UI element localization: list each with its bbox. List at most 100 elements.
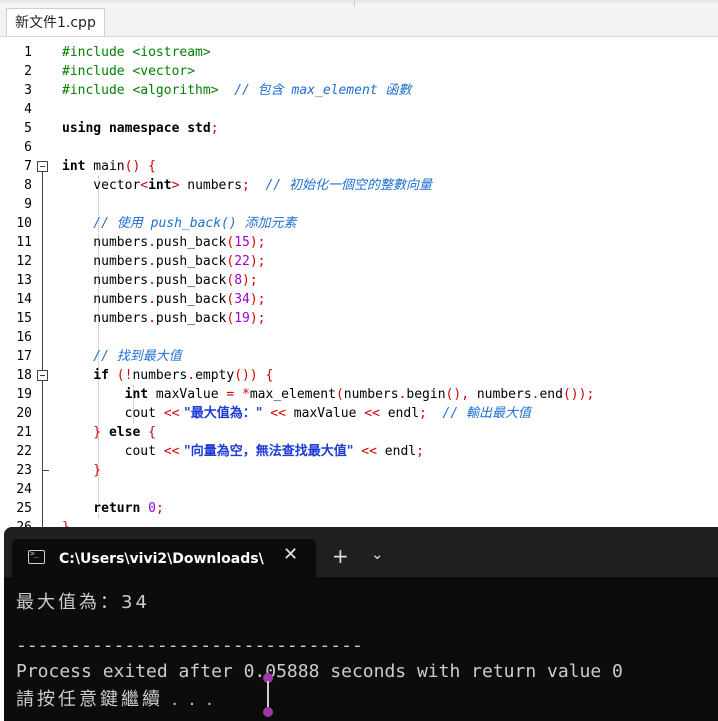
code-punctuation: ); [249,254,266,269]
code-punctuation: ()) { [234,368,274,383]
code-punctuation: . [148,254,156,269]
code-comment: // 初始化一個空的整數向量 [249,178,433,193]
identifier: numbers [343,387,399,402]
line-number: 12 [16,254,32,269]
process-exit-line: Process exited after 0.05888 seconds wit… [16,661,623,682]
line-number: 23 [16,463,32,478]
line-number: 21 [16,425,32,440]
line-number: 3 [24,83,32,98]
code-punctuation: . [148,235,156,250]
using-statement: using namespace std [62,121,211,136]
line-number: 24 [16,482,32,497]
identifier: numbers [62,235,149,250]
type-name: vector [62,178,141,193]
code-line: numbers.push_back(34); [62,290,266,309]
code-line: numbers.push_back(19); [62,309,265,328]
code-line: numbers.push_back(22); [62,252,266,271]
code-punctuation: . [148,292,156,307]
code-punctuation: ); [242,273,258,288]
line-number: 15 [16,311,32,326]
method-name: begin [406,387,446,402]
include-directive: #include <vector> [62,64,196,79]
line-number: 16 [16,330,32,345]
number-literal: 19 [234,311,250,326]
line-number: 18 [16,368,32,383]
code-punctuation: (), [445,387,477,402]
method-name: end [539,387,563,402]
text-cursor [267,681,269,709]
chevron-down-icon[interactable]: ⌄ [371,545,384,563]
code-punctuation: = * [226,387,250,402]
method-name: push_back [155,273,227,288]
identifier: maxValue [148,387,227,402]
code-punctuation: () { [124,159,156,174]
code-operator: << [262,406,286,421]
code-punctuation: ); [249,235,266,250]
line-number: 19 [16,387,32,402]
cursor-handle-bottom[interactable] [263,707,273,717]
include-directive: #include <iostream> [62,45,211,60]
line-number: 8 [24,178,32,193]
method-name: push_back [155,311,227,326]
line-number: 10 [16,216,32,231]
identifier: numbers [179,178,243,193]
fold-minus-icon[interactable] [37,161,48,172]
code-punctuation: ); [249,292,266,307]
code-punctuation: (! [108,368,133,383]
file-tab[interactable]: 新文件1.cpp [6,8,105,36]
terminal-tab[interactable]: C:\Users\vivi2\Downloads\新文件1.exe ✕ [12,539,316,577]
keyword-int: int [62,159,86,174]
identifier: cout [62,444,164,459]
editor-tab-bar: 新文件1.cpp [0,0,718,37]
code-line: return 0; [62,499,164,518]
line-number: 7 [24,159,32,174]
line-number: 5 [24,121,32,136]
code-line: #include <iostream> [62,43,211,62]
code-line: cout << "向量為空，無法查找最大值" << endl; [62,442,424,461]
method-name: push_back [155,235,227,250]
code-punctuation: ( [335,387,344,402]
line-number: 25 [16,501,32,516]
include-directive: #include <algorithm> [62,83,219,98]
press-any-key-line: 請按任意鍵繼續 . . . [16,689,216,710]
terminal-tab-title: C:\Users\vivi2\Downloads\新文件1.exe [59,551,264,567]
line-number: 1 [24,45,32,60]
fold-guide-line [42,172,43,527]
keyword-return: return [62,501,141,516]
identifier: numbers [62,311,149,326]
new-tab-button[interactable]: + [332,544,349,568]
keyword-int: int [148,178,172,193]
fold-minus-icon[interactable] [37,370,48,381]
code-editor[interactable]: 1 2 3 4 5 6 7 8 9 10 11 12 13 14 15 16 1… [0,37,718,535]
keyword-if: if [62,368,109,383]
code-punctuation: } [62,463,102,478]
code-line: // 使用 push_back() 添加元素 [62,214,297,233]
identifier: maxValue [285,406,365,421]
line-number-gutter: 1 2 3 4 5 6 7 8 9 10 11 12 13 14 15 16 1… [0,37,58,535]
terminal-icon [28,549,45,564]
identifier: numbers [62,254,149,269]
string-literal: "向量為空，無法查找最大值" [179,444,354,459]
code-line: int maxValue = *max_element(numbers.begi… [62,385,595,404]
code-operator: << [353,444,377,459]
terminal-tab-bar: C:\Users\vivi2\Downloads\新文件1.exe ✕ + ⌄ [4,527,718,577]
code-punctuation: . [148,273,156,288]
code-comment: // 使用 push_back() 添加元素 [62,216,297,231]
terminal-window[interactable]: C:\Users\vivi2\Downloads\新文件1.exe ✕ + ⌄ … [4,527,718,721]
line-number: 2 [24,64,32,79]
program-output-line: 最大值為：34 [16,592,150,613]
identifier: numbers [476,387,532,402]
identifier: numbers [62,292,149,307]
number-literal: 22 [234,254,250,269]
pane-divider [354,0,355,6]
identifier: numbers [132,368,188,383]
code-line: if (!numbers.empty()) { [62,366,273,385]
output-separator: -------------------------------- [16,635,363,656]
function-name: main [85,159,125,174]
close-icon[interactable]: ✕ [283,544,298,565]
semicolon: ; [242,178,250,193]
semicolon: ; [155,501,164,516]
code-operator: << [163,406,180,421]
method-name: push_back [155,254,227,269]
number-literal: 15 [234,235,250,250]
